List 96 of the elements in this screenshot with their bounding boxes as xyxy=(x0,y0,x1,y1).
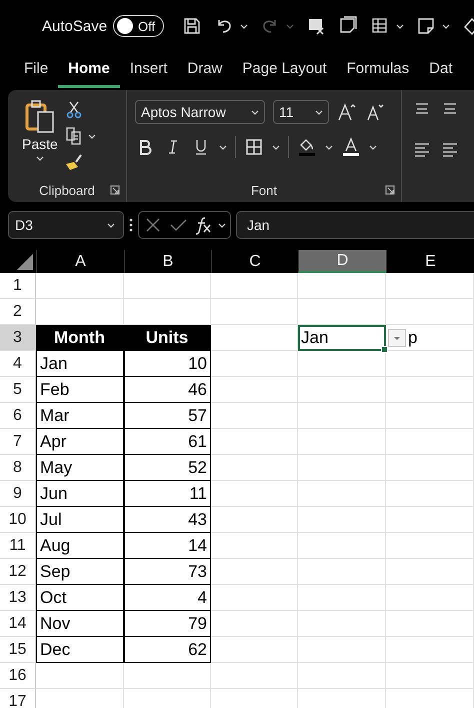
ribbon-tab[interactable]: File xyxy=(14,54,58,88)
sheet-close-icon[interactable] xyxy=(306,16,326,36)
table-cell: 14 xyxy=(124,533,211,559)
caret-icon xyxy=(36,154,44,162)
fill-handle[interactable] xyxy=(381,346,388,353)
table-cell: Month xyxy=(36,325,124,351)
table-cell: Aug xyxy=(36,533,124,559)
ribbon-tab[interactable]: Dat xyxy=(419,54,462,88)
table-cell: 46 xyxy=(124,377,211,403)
name-box[interactable]: D3 xyxy=(8,211,124,239)
row-header[interactable]: 5 xyxy=(0,377,36,403)
row-header[interactable]: 14 xyxy=(0,611,36,637)
group-label: Clipboard xyxy=(39,183,95,198)
column-header[interactable]: D xyxy=(298,250,386,273)
table-cell: Nov xyxy=(36,611,124,637)
row-header[interactable]: 7 xyxy=(0,429,36,455)
caret-icon[interactable] xyxy=(240,22,248,30)
caret-icon[interactable] xyxy=(219,143,227,151)
ribbon-tab[interactable]: Page Layout xyxy=(232,54,337,88)
note-icon[interactable] xyxy=(416,16,436,36)
table-cell: Sep xyxy=(36,559,124,585)
select-all-icon[interactable] xyxy=(15,252,33,270)
row-header[interactable]: 6 xyxy=(0,403,36,429)
font-color-icon[interactable] xyxy=(341,137,361,157)
font-size-field[interactable]: 11 xyxy=(273,100,329,124)
table-cell: Jan xyxy=(36,351,124,377)
caret-icon[interactable] xyxy=(218,221,226,229)
row-header[interactable]: 4 xyxy=(0,351,36,377)
active-cell[interactable]: Jan xyxy=(298,325,386,351)
dialog-launcher-icon[interactable] xyxy=(110,185,120,195)
row-header[interactable]: 8 xyxy=(0,455,36,481)
column-header[interactable]: E xyxy=(386,250,474,273)
font-name-field[interactable]: Aptos Narrow xyxy=(135,100,265,124)
table-cell: 52 xyxy=(124,455,211,481)
formula-input[interactable]: Jan xyxy=(236,211,474,239)
table-cell: Mar xyxy=(36,403,124,429)
ribbon-tab[interactable]: Insert xyxy=(120,54,178,88)
more-icon[interactable] xyxy=(129,217,133,233)
table-cell: Units xyxy=(124,325,211,351)
caret-icon xyxy=(286,22,294,30)
column-header[interactable]: A xyxy=(36,250,124,273)
row-header[interactable]: 10 xyxy=(0,507,36,533)
save-icon[interactable] xyxy=(182,16,202,36)
column-header[interactable]: B xyxy=(124,250,211,273)
table-cell: Feb xyxy=(36,377,124,403)
table-cell: Apr xyxy=(36,429,124,455)
borders-icon[interactable] xyxy=(244,137,264,157)
table-cell: 62 xyxy=(124,637,211,663)
decrease-font-icon[interactable] xyxy=(365,102,385,122)
table-cell: 43 xyxy=(124,507,211,533)
row-header[interactable]: 3 xyxy=(0,325,36,351)
ribbon-tab[interactable]: Formulas xyxy=(336,54,420,88)
function-icon[interactable] xyxy=(193,215,213,235)
format-painter-icon[interactable] xyxy=(64,152,84,172)
row-header[interactable]: 13 xyxy=(0,585,36,611)
table-cell: 57 xyxy=(124,403,211,429)
table-cell: May xyxy=(36,455,124,481)
caret-icon[interactable] xyxy=(88,132,96,140)
group-label: Font xyxy=(250,183,277,198)
table-cell: 10 xyxy=(124,351,211,377)
increase-font-icon[interactable] xyxy=(337,102,357,122)
caret-icon xyxy=(315,108,323,116)
paste-button[interactable]: Paste xyxy=(22,100,58,178)
table-cell: Oct xyxy=(36,585,124,611)
caret-icon[interactable] xyxy=(325,143,333,151)
caret-icon xyxy=(251,108,259,116)
row-header[interactable]: 1 xyxy=(0,273,36,299)
fill-bucket-icon[interactable] xyxy=(297,137,317,157)
ribbon-tab[interactable]: Draw xyxy=(177,54,232,88)
table-cell: 61 xyxy=(124,429,211,455)
table-cell: 79 xyxy=(124,611,211,637)
autosave-label: AutoSave xyxy=(42,18,108,34)
clipboard-icon xyxy=(24,100,55,134)
caret-icon xyxy=(107,221,115,229)
table-cell: 73 xyxy=(124,559,211,585)
caret-icon[interactable] xyxy=(369,143,377,151)
table-cell: 4 xyxy=(124,585,211,611)
row-header[interactable]: 9 xyxy=(0,481,36,507)
caret-icon[interactable] xyxy=(272,143,280,151)
row-header[interactable]: 11 xyxy=(0,533,36,559)
dialog-launcher-icon[interactable] xyxy=(385,185,395,195)
caret-icon[interactable] xyxy=(396,22,404,30)
row-header[interactable]: 2 xyxy=(0,299,36,325)
dropdown-button[interactable] xyxy=(388,329,406,347)
table-cell: Jun xyxy=(36,481,124,507)
table-cell: p xyxy=(386,325,474,351)
autosave-toggle[interactable]: Off xyxy=(113,15,164,37)
table-cell: 11 xyxy=(124,481,211,507)
cell-text: Jan xyxy=(301,328,328,348)
caret-icon[interactable] xyxy=(442,22,450,30)
row-header[interactable]: 12 xyxy=(0,559,36,585)
table-cell: Dec xyxy=(36,637,124,663)
table-cell: Jul xyxy=(36,507,124,533)
row-header[interactable]: 16 xyxy=(0,663,36,689)
row-header[interactable]: 15 xyxy=(0,637,36,663)
column-header[interactable]: C xyxy=(211,250,298,273)
